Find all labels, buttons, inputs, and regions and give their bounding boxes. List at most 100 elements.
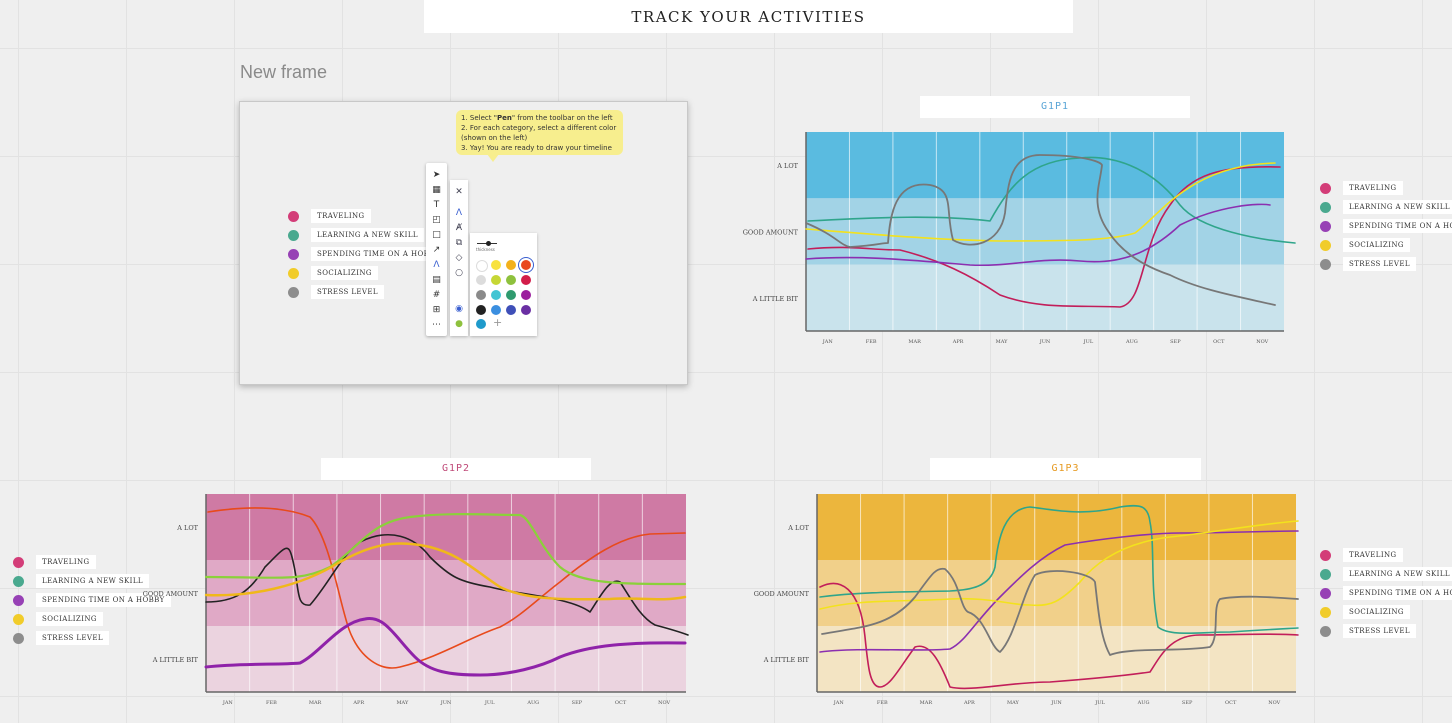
legend-item[interactable]: SPENDING TIME ON A HOBBY (1320, 219, 1452, 233)
chart-title-g1p3[interactable]: G1P3 (930, 458, 1201, 480)
pen-icon[interactable]: Ʌ (426, 258, 447, 272)
lasso-icon[interactable]: ⧉ (450, 236, 468, 250)
pen-icon[interactable]: Ʌ (450, 206, 468, 220)
line-icon[interactable]: ↗ (426, 243, 447, 257)
legend-color-dot (1320, 239, 1331, 251)
legend-item[interactable]: TRAVELING (1320, 181, 1403, 195)
month-tick-label: FEB (266, 700, 277, 706)
text-icon[interactable]: T (426, 198, 447, 212)
legend-item[interactable]: TRAVELING (288, 209, 371, 223)
legend-item[interactable]: TRAVELING (1320, 548, 1403, 562)
y-level-label: A LITTLE BIT (152, 656, 199, 664)
color-swatch[interactable] (476, 275, 486, 285)
legend-item[interactable]: STRESS LEVEL (1320, 624, 1416, 638)
chart-band (206, 626, 686, 692)
legend-item[interactable]: LEARNING A NEW SKILL (288, 228, 424, 242)
instructions-sticky-note[interactable]: 1. Select "Pen" from the toolbar on the … (456, 110, 623, 155)
legend-color-dot (1320, 258, 1331, 270)
color-target-icon[interactable]: ◉ (450, 302, 468, 316)
y-level-label: GOOD AMOUNT (743, 229, 799, 237)
thickness-slider-handle[interactable] (486, 241, 491, 246)
legend-color-dot (1320, 606, 1331, 618)
legend-item[interactable]: TRAVELING (13, 555, 96, 569)
legend-item[interactable]: SOCIALIZING (288, 266, 378, 280)
month-tick-label: OCT (615, 700, 627, 706)
color-swatch[interactable] (476, 260, 488, 272)
legend-color-dot (288, 267, 299, 279)
y-level-label: A LOT (176, 524, 198, 532)
month-tick-label: APR (952, 339, 964, 345)
eraser-icon[interactable]: ◇ (450, 251, 468, 265)
chart-band (206, 494, 686, 560)
color-swatch[interactable] (491, 305, 501, 315)
month-tick-label: JUL (1083, 339, 1094, 345)
highlighter-icon[interactable]: Ⱥ (450, 221, 468, 235)
more-icon[interactable]: ⋯ (426, 318, 447, 332)
color-swatch[interactable] (491, 275, 501, 285)
legend-color-dot (1320, 220, 1331, 232)
legend-label: SPENDING TIME ON A HOBBY (1343, 219, 1452, 233)
timeline-chart-g1p2[interactable]: A LOT GOOD AMOUNT A LITTLE BIT JAN FEB MAR APR… (140, 487, 700, 717)
chart-band (806, 264, 1284, 331)
select-arrow-icon[interactable]: ➤ (426, 168, 447, 182)
month-tick-label: MAR (920, 700, 933, 706)
color-swatch[interactable] (521, 260, 531, 270)
color-swatch[interactable] (506, 305, 516, 315)
frame-icon[interactable]: # (426, 288, 447, 302)
legend-item[interactable]: STRESS LEVEL (288, 285, 384, 299)
month-tick-label: SEP (572, 700, 583, 706)
add-color-icon[interactable]: + (493, 316, 502, 329)
color-swatch[interactable] (491, 290, 501, 300)
sticky-note-tail (487, 154, 499, 162)
sticky-note-icon[interactable]: ◰ (426, 213, 447, 227)
timeline-chart-g1p3[interactable]: A LOT GOOD AMOUNT A LITTLE BIT JAN FEB MAR APR… (750, 487, 1310, 717)
legend-color-dot (1320, 587, 1331, 599)
legend-item[interactable]: LEARNING A NEW SKILL (1320, 200, 1452, 214)
legend-label: TRAVELING (1343, 181, 1403, 195)
legend-color-dot (1320, 549, 1331, 561)
month-tick-label: FEB (866, 339, 877, 345)
color-swatch[interactable] (506, 290, 516, 300)
chart-title-g1p1[interactable]: G1P1 (920, 96, 1190, 118)
template-icon[interactable]: ▦ (426, 183, 447, 197)
color-swatch[interactable] (521, 275, 531, 285)
legend-color-dot (13, 613, 24, 625)
legend-item[interactable]: STRESS LEVEL (13, 631, 109, 645)
legend-item[interactable]: SOCIALIZING (1320, 238, 1410, 252)
shape-icon[interactable]: □ (426, 228, 447, 242)
color-swatch[interactable] (491, 260, 501, 270)
color-swatch[interactable] (476, 290, 486, 300)
color-swatch[interactable] (521, 290, 531, 300)
frame-label[interactable]: New frame (240, 62, 327, 83)
legend-label: SOCIALIZING (1343, 605, 1410, 619)
legend-item[interactable]: SOCIALIZING (1320, 605, 1410, 619)
month-tick-label: MAR (908, 339, 921, 345)
legend-item[interactable]: LEARNING A NEW SKILL (1320, 567, 1452, 581)
legend-label: LEARNING A NEW SKILL (311, 228, 424, 242)
month-tick-label: JAN (822, 339, 834, 345)
legend-label: LEARNING A NEW SKILL (1343, 200, 1452, 214)
comment-bubble-icon[interactable]: ○ (450, 266, 468, 280)
upload-icon[interactable]: ⊞ (426, 303, 447, 317)
chart-title-g1p2[interactable]: G1P2 (321, 458, 591, 480)
legend-item[interactable]: LEARNING A NEW SKILL (13, 574, 149, 588)
legend-item[interactable]: SOCIALIZING (13, 612, 103, 626)
color-swatch[interactable] (521, 305, 531, 315)
month-tick-label: JAN (833, 700, 845, 706)
current-color-swatch[interactable] (476, 319, 486, 329)
color-swatch[interactable] (506, 260, 516, 270)
comment-icon[interactable]: ▤ (426, 273, 447, 287)
month-tick-label: JUN (1050, 700, 1062, 706)
legend-item[interactable]: STRESS LEVEL (1320, 257, 1416, 271)
month-tick-label: MAY (396, 700, 409, 706)
timeline-chart-g1p1[interactable]: A LOT GOOD AMOUNT A LITTLE BIT JAN FEB MAR APR… (740, 125, 1300, 355)
month-tick-label: JUL (1094, 700, 1105, 706)
legend-color-dot (13, 632, 24, 644)
legend-label: LEARNING A NEW SKILL (36, 574, 149, 588)
close-icon[interactable]: ✕ (450, 185, 468, 199)
color-swatch[interactable] (506, 275, 516, 285)
legend-item[interactable]: SPENDING TIME ON A HOBBY (1320, 586, 1452, 600)
legend-item[interactable]: SPENDING TIME ON A HOBBY (288, 247, 446, 261)
green-dot-icon[interactable]: ● (450, 317, 468, 331)
color-swatch[interactable] (476, 305, 486, 315)
